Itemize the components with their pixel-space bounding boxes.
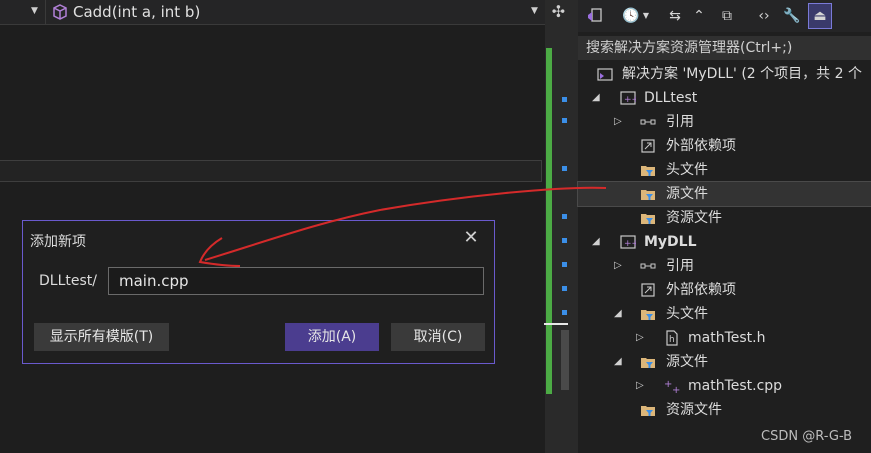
- preview-selected-items-icon[interactable]: ⏏: [808, 3, 832, 29]
- tree-item-label: 引用: [666, 258, 694, 274]
- dialog-title: 添加新项: [30, 234, 86, 250]
- scrollbar-thumb[interactable]: [561, 330, 569, 390]
- add-new-item-dialog: 添加新项 ✕ DLLtest/ 显示所有模版(T) 添加(A) 取消(C): [22, 220, 495, 364]
- filter-folder-icon: [640, 186, 656, 202]
- current-line-highlight: [0, 160, 542, 182]
- svg-text:h: h: [669, 335, 675, 345]
- tree-item-external-deps[interactable]: 外部依赖项: [578, 134, 871, 158]
- scroll-marker: [562, 262, 567, 267]
- pending-changes-icon[interactable]: 🕓: [620, 4, 642, 28]
- tree-item-source-files[interactable]: ◢ 源文件: [578, 350, 871, 374]
- filter-folder-icon: [640, 306, 656, 322]
- svg-text:+: +: [672, 385, 680, 394]
- dialog-path-label: DLLtest/: [39, 273, 97, 289]
- tree-item-references[interactable]: ▷ 引用: [578, 110, 871, 134]
- scroll-marker: [562, 286, 567, 291]
- sync-active-document-icon[interactable]: ⇆: [664, 4, 686, 28]
- tree-item-header-files[interactable]: 头文件: [578, 158, 871, 182]
- tree-item-label: 外部依赖项: [666, 282, 736, 298]
- solution-icon: [597, 66, 613, 82]
- chevron-down-icon[interactable]: ▼: [531, 6, 538, 16]
- chevron-collapsed-icon[interactable]: ▷: [636, 326, 644, 350]
- tree-item-label: 资源文件: [666, 210, 722, 226]
- scroll-marker: [562, 310, 567, 315]
- cpp-project-icon: ++: [620, 90, 639, 106]
- tree-item-file-mathtest-h[interactable]: ▷ h mathTest.h: [578, 326, 871, 350]
- chevron-collapsed-icon[interactable]: ▷: [636, 374, 644, 398]
- change-tracking-bar: [546, 48, 552, 394]
- caret-position-marker: [544, 323, 568, 325]
- cpp-file-icon: + +: [664, 378, 680, 396]
- watermark: CSDN @R-G-B: [761, 429, 853, 444]
- navigation-bar: ▼ Cadd(int a, int b) ▼: [0, 0, 545, 25]
- switch-views-icon[interactable]: [584, 4, 606, 28]
- tree-item-resource-files[interactable]: 资源文件: [578, 206, 871, 230]
- scroll-marker: [562, 214, 567, 219]
- add-button[interactable]: 添加(A): [285, 323, 379, 351]
- scroll-marker: [562, 238, 567, 243]
- solution-explorer: 🕓 ▼ ⇆ ⌃ ⧉ ‹› 🔧 ⏏ 搜索解决方案资源管理器(Ctrl+;) 解决方…: [577, 0, 871, 453]
- svg-text:++: ++: [624, 239, 636, 249]
- chevron-expanded-icon[interactable]: ◢: [614, 302, 622, 326]
- filter-folder-icon: [640, 402, 656, 418]
- tree-item-source-files-selected[interactable]: 源文件: [577, 181, 871, 207]
- tree-item-label: 解决方案 'MyDLL' (2 个项目，共 2 个: [622, 66, 862, 82]
- tree-item-label: 资源文件: [666, 402, 722, 418]
- method-cube-icon: [52, 3, 68, 27]
- tree-item-label: 源文件: [666, 186, 708, 202]
- close-icon[interactable]: ✕: [460, 227, 482, 249]
- tree-item-external-deps[interactable]: 外部依赖项: [578, 278, 871, 302]
- chevron-expanded-icon[interactable]: ◢: [592, 230, 600, 254]
- scroll-marker: [562, 97, 567, 102]
- tree-item-references[interactable]: ▷ 引用: [578, 254, 871, 278]
- chevron-expanded-icon[interactable]: ◢: [592, 86, 600, 110]
- tree-item-resource-files[interactable]: 资源文件: [578, 398, 871, 422]
- tree-item-label: mathTest.h: [688, 330, 766, 346]
- scroll-marker: [562, 166, 567, 171]
- function-name: Cadd(int a, int b): [73, 3, 201, 21]
- show-all-templates-button[interactable]: 显示所有模版(T): [34, 323, 169, 351]
- tree-item-project-mydll[interactable]: ◢ ++ MyDLL: [578, 230, 871, 254]
- split-editor-icon[interactable]: ✣: [545, 0, 572, 24]
- chevron-down-icon: ▼: [31, 6, 38, 16]
- scroll-marker: [562, 118, 567, 123]
- properties-wrench-icon[interactable]: 🔧: [781, 4, 803, 28]
- tree-item-label: 头文件: [666, 306, 708, 322]
- code-view-icon[interactable]: ‹›: [753, 4, 775, 28]
- header-file-icon: h: [664, 330, 680, 346]
- tree-item-label: mathTest.cpp: [688, 378, 783, 394]
- filename-input[interactable]: [108, 267, 484, 295]
- tree-item-label: MyDLL: [644, 234, 697, 250]
- tree-item-project-dlltest[interactable]: ◢ ++ DLLtest: [578, 86, 871, 110]
- cpp-project-icon: ++: [620, 234, 639, 250]
- tree-item-label: DLLtest: [644, 90, 698, 106]
- filter-folder-icon: [640, 354, 656, 370]
- solution-explorer-toolbar: 🕓 ▼ ⇆ ⌃ ⧉ ‹› 🔧 ⏏: [578, 0, 871, 32]
- tree-item-label: 外部依赖项: [666, 138, 736, 154]
- external-deps-icon: [640, 138, 656, 154]
- tree-item-file-mathtest-cpp[interactable]: ▷ + + mathTest.cpp: [578, 374, 871, 398]
- scope-dropdown[interactable]: ▼: [0, 0, 46, 24]
- references-icon: [640, 258, 656, 274]
- chevron-collapsed-icon[interactable]: ▷: [614, 110, 622, 134]
- tree-item-header-files[interactable]: ◢ 头文件: [578, 302, 871, 326]
- references-icon: [640, 114, 656, 130]
- function-dropdown[interactable]: Cadd(int a, int b): [52, 0, 200, 24]
- collapse-all-icon[interactable]: ⌃: [688, 4, 710, 28]
- chevron-down-icon[interactable]: ▼: [640, 4, 652, 28]
- tree-item-solution[interactable]: 解决方案 'MyDLL' (2 个项目，共 2 个: [578, 62, 871, 86]
- tree-item-label: 引用: [666, 114, 694, 130]
- filter-folder-icon: [640, 162, 656, 178]
- filter-folder-icon: [640, 210, 656, 226]
- tree-item-label: 源文件: [666, 354, 708, 370]
- chevron-expanded-icon[interactable]: ◢: [614, 350, 622, 374]
- chevron-collapsed-icon[interactable]: ▷: [614, 254, 622, 278]
- cancel-button[interactable]: 取消(C): [391, 323, 485, 351]
- svg-text:++: ++: [624, 95, 636, 105]
- external-deps-icon: [640, 282, 656, 298]
- show-all-files-icon[interactable]: ⧉: [716, 4, 738, 28]
- solution-explorer-search-input[interactable]: 搜索解决方案资源管理器(Ctrl+;): [578, 36, 871, 60]
- tree-item-label: 头文件: [666, 162, 708, 178]
